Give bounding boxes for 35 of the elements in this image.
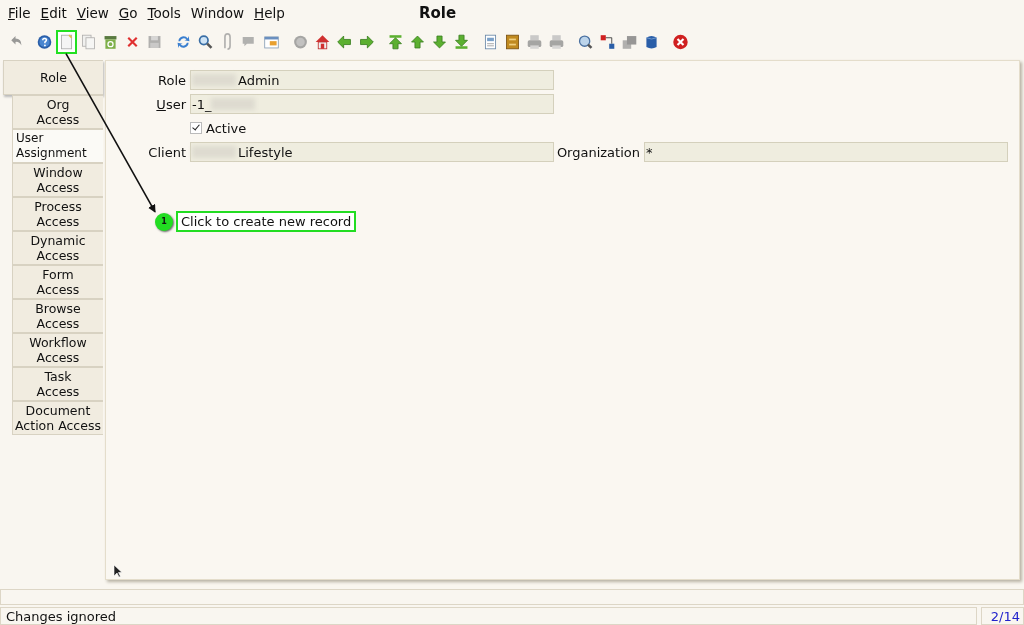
status-message: Changes ignored	[0, 607, 977, 625]
tab[interactable]: Document Action Access	[12, 401, 103, 436]
field-label: User	[155, 96, 187, 112]
callout-text: Click to create new record	[176, 211, 357, 233]
step-badge: 1	[155, 212, 173, 231]
tab[interactable]: Dynamic Access	[12, 231, 103, 266]
input-field[interactable]: *	[644, 142, 1008, 163]
field-label: Client	[147, 144, 187, 160]
menu-item[interactable]: File	[3, 4, 36, 21]
tab[interactable]: Browse Access	[12, 299, 103, 334]
checkbox-label: Active	[206, 120, 247, 136]
menu-item[interactable]: Go	[113, 4, 143, 21]
tab[interactable]: Role	[3, 60, 103, 96]
record-counter: 2/14	[981, 607, 1024, 625]
menu-item[interactable]: Edit	[35, 4, 72, 21]
tab[interactable]: User Assignment	[12, 129, 103, 164]
mouse-pointer-icon	[113, 564, 123, 579]
menu-item[interactable]: Tools	[142, 4, 186, 21]
input-field[interactable]: Lifestyle	[190, 142, 554, 163]
field-label: Role	[157, 72, 187, 88]
tab[interactable]: Org Access	[12, 95, 103, 130]
tab[interactable]: Workflow Access	[12, 333, 103, 368]
tab[interactable]: Task Access	[12, 367, 103, 402]
checkbox[interactable]	[190, 122, 202, 135]
tab[interactable]: Window Access	[12, 163, 103, 198]
input-field[interactable]: Admin	[190, 70, 554, 91]
tab[interactable]: Form Access	[12, 265, 103, 300]
menu-item[interactable]: Window	[185, 4, 250, 21]
menu-item[interactable]: View	[71, 4, 114, 21]
input-field[interactable]: -1_	[190, 94, 554, 115]
menu-item[interactable]: Help	[249, 4, 290, 21]
field-label: Organization	[555, 144, 641, 160]
paperclip-icon	[222, 33, 232, 51]
window-title: Role	[417, 4, 458, 22]
tab[interactable]: Process Access	[12, 197, 103, 232]
